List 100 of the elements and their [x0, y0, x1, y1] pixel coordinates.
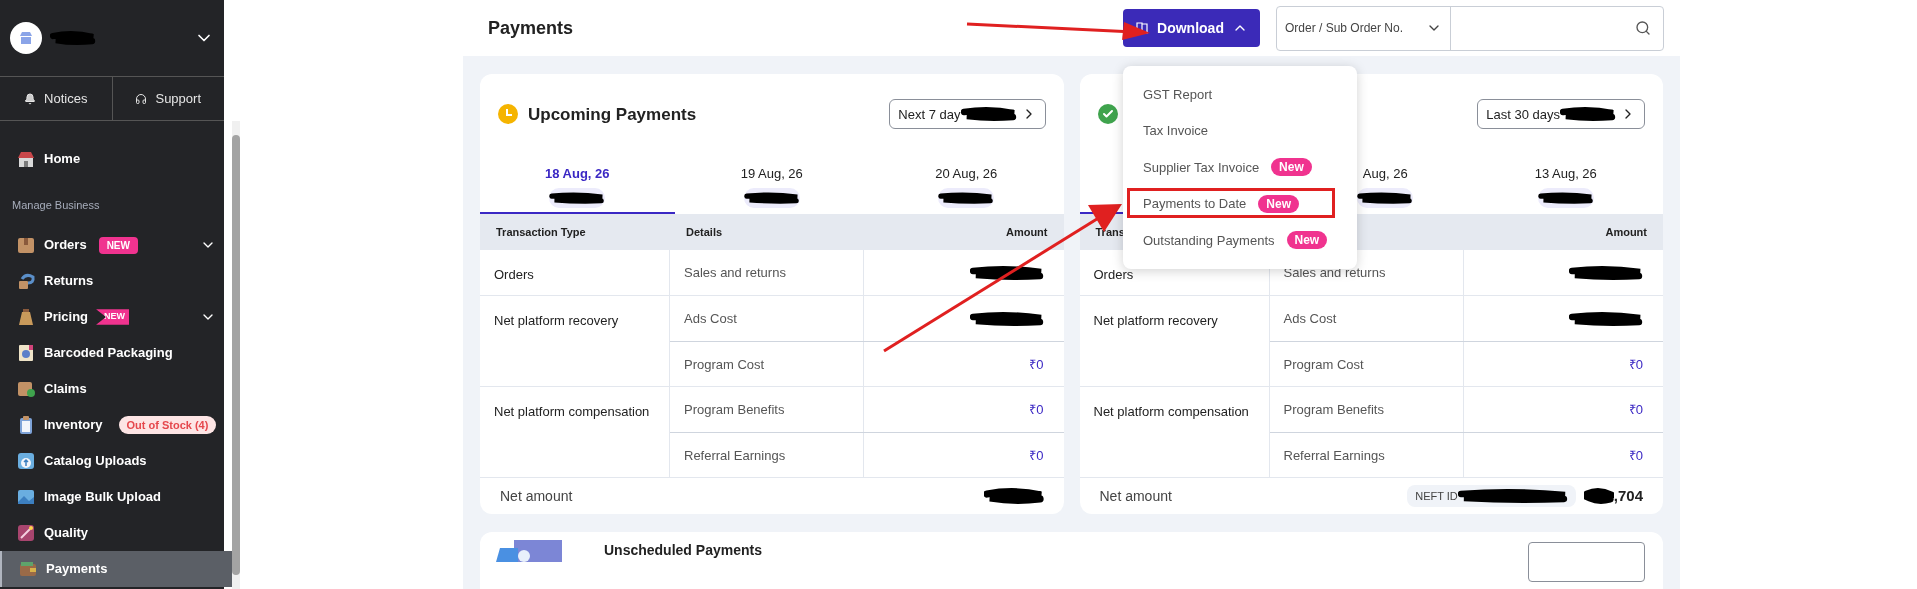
- table-cell-text: Program Cost: [684, 355, 765, 374]
- date-tab[interactable]: 13 Aug, 26: [1534, 156, 1597, 213]
- neft-label: NEFT ID: [1415, 489, 1458, 504]
- table-cell-text: Ads Cost: [1283, 310, 1337, 329]
- clock-icon: [498, 104, 518, 125]
- view-details-button[interactable]: [1528, 542, 1645, 583]
- menu-item-label: Supplier Tax Invoice: [1143, 158, 1260, 177]
- quick-link-button[interactable]: Support: [112, 77, 224, 120]
- nav-item[interactable]: Image Bulk Upload: [0, 479, 233, 515]
- table-cell: Net platform recovery: [494, 313, 619, 329]
- nav-label: Payments: [46, 560, 108, 579]
- nav-label: Pricing: [44, 308, 89, 327]
- download-button[interactable]: Download: [1123, 9, 1260, 48]
- new-badge: NEW: [98, 236, 138, 254]
- nav-item[interactable]: Barcoded Packaging: [0, 335, 233, 371]
- store-icon: [19, 32, 33, 44]
- nav-item[interactable]: Claims: [0, 371, 233, 407]
- packet-icon: [16, 343, 36, 363]
- selected-tab-indicator[interactable]: [480, 212, 675, 215]
- nav-label: Returns: [44, 272, 94, 291]
- store-icon: [16, 149, 36, 169]
- nav-item[interactable]: Returns: [0, 263, 233, 299]
- nav-item[interactable]: Payments: [0, 551, 233, 587]
- magic-wand-icon: [16, 523, 36, 543]
- page-title: Payments: [488, 16, 574, 40]
- store-avatar[interactable]: [10, 22, 42, 54]
- nav-label: Image Bulk Upload: [44, 488, 162, 507]
- box-icon: [16, 235, 36, 255]
- nav-item[interactable]: Quality: [0, 515, 233, 551]
- date-tab[interactable]: 19 Aug, 26: [740, 156, 803, 213]
- nav-item[interactable]: Pricing NEW: [0, 299, 233, 335]
- nav-item[interactable]: Catalog Uploads: [0, 443, 233, 479]
- new-badge: New: [1271, 158, 1312, 177]
- table-cell-text: Program Cost: [1283, 355, 1364, 374]
- scrollbar[interactable]: [232, 121, 241, 589]
- date-range-button[interactable]: Next 7 day: [889, 99, 1046, 130]
- table-cell-text: Sales and returns: [684, 264, 786, 283]
- table-cell-text: Program Benefits: [1283, 401, 1384, 420]
- card-title: Unscheduled Payments: [604, 541, 762, 561]
- stock-badge: Out of Stock (4): [118, 415, 217, 435]
- date-tab[interactable]: 20 Aug, 26: [935, 156, 998, 213]
- new-badge: New: [1258, 195, 1299, 213]
- bell-icon: [24, 92, 37, 105]
- table-cell-text: Referral Earnings: [1283, 446, 1385, 465]
- date-tab[interactable]: 18 Aug, 26: [544, 156, 610, 213]
- menu-item[interactable]: Tax Invoice: [1123, 112, 1357, 150]
- headset-icon: [135, 92, 148, 105]
- nav-item[interactable]: Home: [0, 141, 233, 177]
- menu-item[interactable]: Outstanding Payments New: [1123, 222, 1357, 259]
- card-title: Upcoming Payments: [528, 103, 697, 126]
- nav-label: Barcoded Packaging: [44, 344, 173, 363]
- net-amount-label: Net amount: [500, 486, 573, 506]
- table-cell-text: Ads Cost: [684, 310, 737, 329]
- table-cell-text: ₹0: [1029, 401, 1044, 420]
- nav-label: Inventory: [44, 416, 103, 435]
- table-cell-text: ₹0: [1029, 446, 1044, 465]
- nav-item[interactable]: Inventory Out of Stock (4): [0, 407, 233, 443]
- nav-label: Claims: [44, 380, 87, 399]
- search-field[interactable]: Order / Sub Order No.: [1276, 5, 1664, 51]
- net-amount: ,704: [1613, 486, 1643, 506]
- table-cell-text: ₹0: [1628, 446, 1643, 465]
- search-icon[interactable]: [1635, 20, 1651, 37]
- column-header: Amount: [1004, 225, 1049, 241]
- table-cell: Net platform compensation: [494, 404, 650, 420]
- net-amount-label: Net amount: [1099, 486, 1172, 506]
- nav-label: Catalog Uploads: [44, 452, 147, 471]
- check-icon: [1097, 104, 1118, 125]
- money-bag-icon: [16, 307, 36, 327]
- filter-dropdown[interactable]: Order / Sub Order No.: [1277, 6, 1451, 50]
- menu-item-label: Outstanding Payments: [1143, 231, 1275, 250]
- nav-label: Orders: [44, 236, 87, 255]
- return-arrow-icon: [16, 271, 36, 291]
- new-badge: New: [1286, 231, 1328, 250]
- image-icon: [16, 487, 36, 507]
- table-cell-text: Referral Earnings: [684, 446, 786, 465]
- table-cell: Orders: [1093, 267, 1134, 283]
- menu-item-label: GST Report: [1143, 85, 1213, 104]
- menu-item[interactable]: GST Report: [1123, 76, 1357, 113]
- box-icon: [16, 379, 36, 399]
- menu-item-label: Payments to Date: [1143, 195, 1247, 214]
- column-header: Transaction Type: [495, 225, 587, 241]
- column-header: Details: [685, 225, 724, 241]
- table-cell: Orders: [494, 267, 534, 283]
- table-cell: Net platform recovery: [1093, 313, 1218, 329]
- menu-item-label: Tax Invoice: [1143, 122, 1209, 141]
- cloud-upload-icon: [16, 451, 36, 471]
- section-label: Manage Business: [11, 198, 101, 213]
- table-cell-text: Program Benefits: [684, 401, 785, 420]
- table-cell-text: ₹0: [1628, 401, 1643, 420]
- wallet-icon: [18, 559, 38, 579]
- table-cell: Net platform compensation: [1093, 404, 1249, 420]
- column-header: Amount: [1604, 225, 1648, 241]
- new-badge: NEW: [96, 309, 130, 325]
- nav-label: Quality: [44, 524, 89, 543]
- nav-label: Home: [44, 150, 81, 169]
- table-cell-text: ₹0: [1029, 355, 1044, 374]
- quick-link-button[interactable]: Notices: [0, 77, 113, 120]
- nav-item[interactable]: Orders NEW: [0, 227, 233, 263]
- date-range-button[interactable]: Last 30 days: [1477, 99, 1645, 130]
- column-header: Trans: [1094, 225, 1126, 241]
